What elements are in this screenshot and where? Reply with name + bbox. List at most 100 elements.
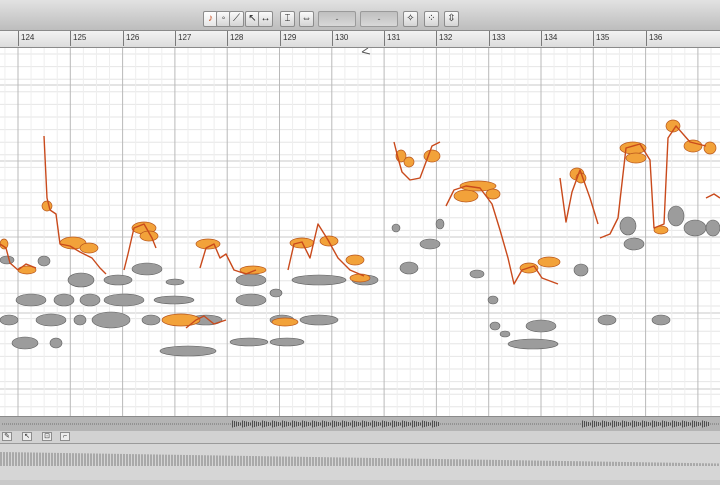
note-blob [91, 311, 131, 329]
time-tool-button[interactable]: ↔ [258, 11, 273, 27]
lower-sample [273, 456, 275, 466]
lower-panel [0, 444, 720, 480]
overview-sample [250, 422, 251, 426]
overview-sample [222, 423, 223, 425]
bar-number-133: 133 [492, 33, 506, 42]
pitch-drift-tool-button[interactable]: ⌶ [280, 11, 295, 27]
status-button-4[interactable]: ⌐ [60, 432, 70, 441]
overview-sample [412, 420, 413, 428]
selected-note-blob [625, 152, 647, 164]
overview-sample [214, 423, 215, 425]
overview-sample [40, 423, 41, 425]
overview-sample [312, 420, 313, 428]
selected-note-blob [453, 189, 479, 203]
lower-sample [75, 453, 77, 466]
overview-sample [268, 422, 269, 426]
amplitude-tool-button[interactable]: ⟋ [229, 11, 244, 27]
zoom-in-tool-button[interactable]: ✧ [403, 11, 418, 27]
formant-tool-button[interactable]: ⇔ [299, 11, 314, 27]
overview-sample [272, 420, 273, 428]
lower-sample [705, 463, 707, 466]
lower-sample [693, 463, 695, 466]
overview-sample [496, 423, 497, 425]
overview-sample [58, 423, 59, 425]
overview-sample [206, 423, 207, 425]
lower-sample [462, 459, 464, 466]
overview-strip[interactable] [0, 416, 720, 432]
overview-sample [336, 421, 337, 427]
overview-sample [22, 423, 23, 425]
lower-sample [459, 459, 461, 466]
status-button-3[interactable]: ⊡ [42, 432, 52, 441]
note-blob [235, 273, 267, 287]
fit-tool-button[interactable]: ⇳ [444, 11, 459, 27]
overview-sample [62, 423, 63, 425]
overview-sample [270, 422, 271, 426]
lower-sample [51, 452, 53, 466]
overview-sample [302, 420, 303, 428]
lower-sample [573, 461, 575, 466]
zoom-out-tool-button[interactable]: ⁘ [424, 11, 439, 27]
lower-sample [303, 456, 305, 466]
selected-note-blob [345, 254, 365, 266]
lower-sample [6, 452, 8, 466]
lower-sample [201, 455, 203, 466]
overview-sample [194, 423, 195, 425]
overview-sample [664, 421, 665, 427]
lower-sample [102, 453, 104, 466]
overview-sample [328, 422, 329, 426]
overview-sample [156, 423, 157, 425]
lower-sample [30, 452, 32, 466]
note-blob [705, 219, 720, 237]
position-field[interactable]: - [318, 11, 356, 27]
note-editor[interactable] [0, 48, 720, 416]
overview-sample [572, 423, 573, 425]
lower-sample [507, 460, 509, 466]
overview-sample [348, 422, 349, 426]
overview-sample [634, 421, 635, 427]
bar-number-126: 126 [126, 33, 140, 42]
overview-sample [578, 423, 579, 425]
lower-sample [297, 456, 299, 466]
lower-sample [147, 454, 149, 466]
note-canvas[interactable] [0, 48, 720, 416]
lower-sample [597, 461, 599, 466]
lower-sample [204, 455, 206, 466]
overview-sample [580, 423, 581, 425]
overview-sample [652, 420, 653, 428]
note-blob [525, 319, 557, 333]
overview-sample [648, 422, 649, 426]
bar-ruler[interactable]: 124 125 126 127 128 129 130 131 132 133 134 135 136 [0, 31, 720, 48]
note-blob [667, 205, 685, 227]
overview-sample [234, 421, 235, 427]
note-blob [391, 223, 401, 233]
lower-sample [126, 454, 128, 466]
pitch-field[interactable]: - [360, 11, 398, 27]
lower-sample [15, 452, 17, 466]
overview-sample [486, 423, 487, 425]
status-button-2[interactable]: ↖ [22, 432, 32, 441]
overview-sample [458, 423, 459, 425]
lower-sample [393, 458, 395, 466]
overview-sample [560, 423, 561, 425]
overview-sample [462, 423, 463, 425]
lower-sample [669, 462, 671, 466]
overview-sample [46, 423, 47, 425]
status-button-1[interactable]: ✎ [2, 432, 12, 441]
toolbar: ♪ ◦ ⟋ ↖ ↔ ⌶ ⇔ ✧ ⁘ ⇳ - - [0, 0, 720, 31]
overview-sample [450, 423, 451, 425]
lower-sample [243, 455, 245, 466]
lower-sample [111, 453, 113, 466]
overview-sample [598, 422, 599, 426]
overview-sample [360, 422, 361, 426]
overview-sample [170, 423, 171, 425]
overview-sample [202, 423, 203, 425]
note-blob [399, 261, 419, 275]
lower-sample [60, 452, 62, 466]
overview-sample [596, 421, 597, 427]
overview-sample [442, 423, 443, 425]
overview-sample [682, 420, 683, 428]
note-blob [299, 314, 339, 326]
overview-sample [2, 423, 3, 425]
overview-sample [712, 423, 713, 425]
